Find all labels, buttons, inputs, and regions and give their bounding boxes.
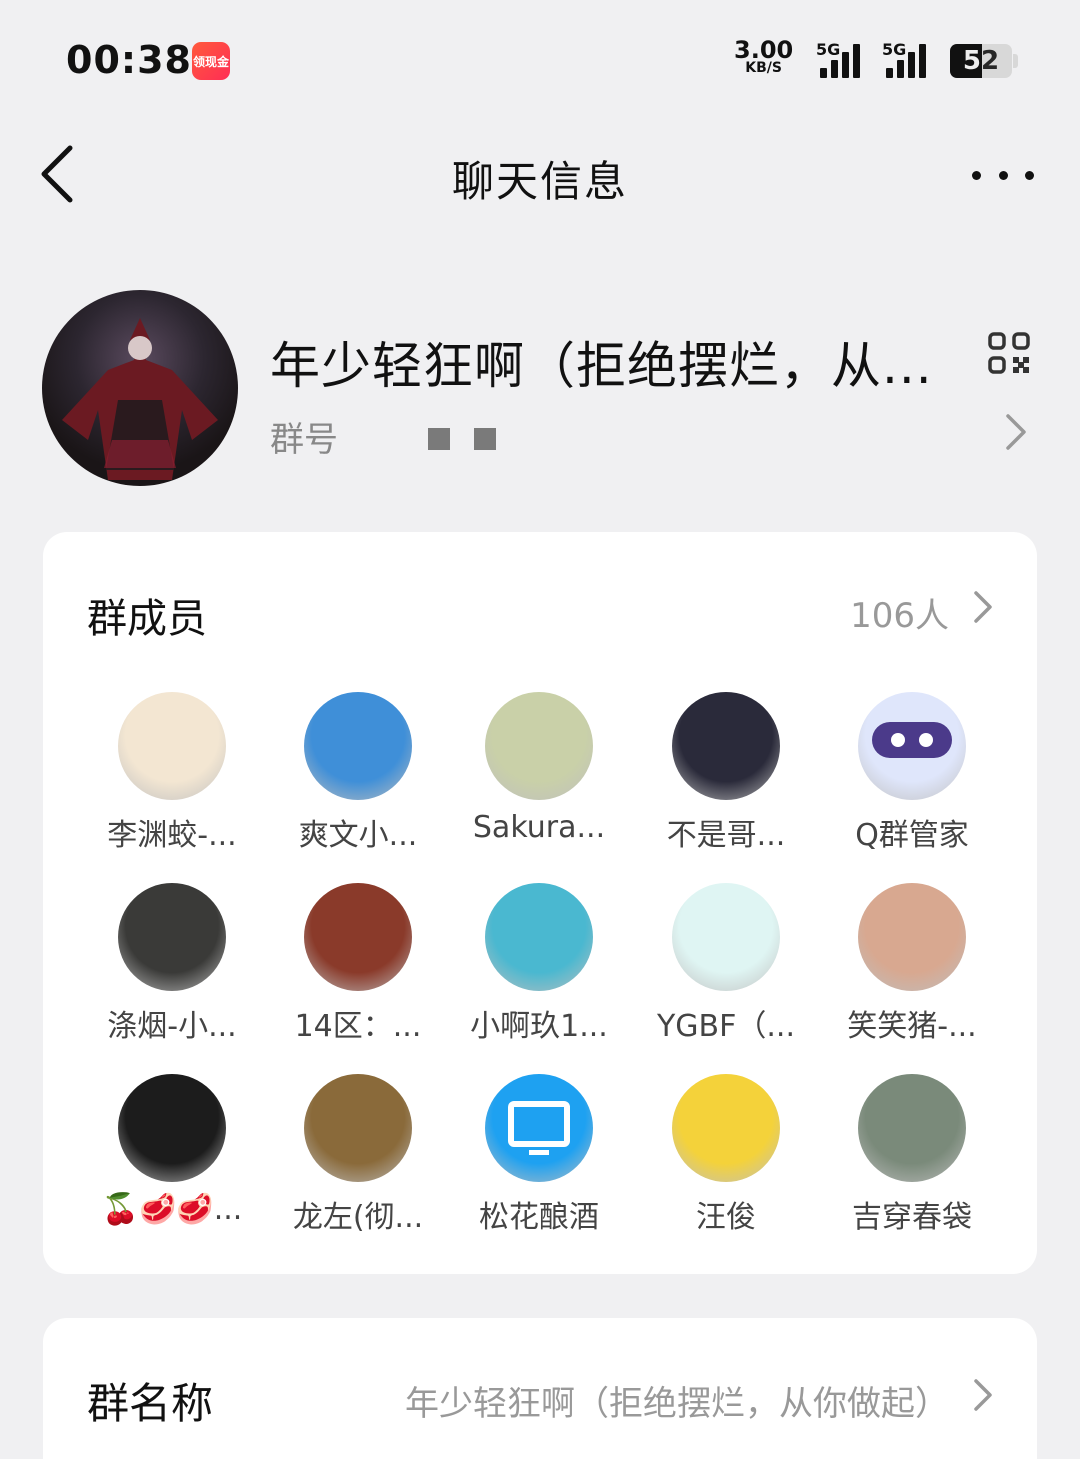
member-avatar (858, 883, 966, 991)
chevron-right-icon[interactable] (973, 590, 993, 624)
more-options-button[interactable] (972, 160, 1034, 190)
network-speed: 3.00 KB/S (734, 38, 793, 76)
member-item[interactable]: 不是哥... (633, 692, 819, 854)
member-item[interactable]: 笑笑猪-... (819, 883, 1005, 1045)
member-avatar (304, 1074, 412, 1182)
member-avatar (118, 692, 226, 800)
member-item[interactable]: 爽文小... (265, 692, 451, 854)
chevron-right-icon[interactable] (1004, 412, 1028, 452)
member-name: 吉穿春袋 (852, 1200, 972, 1235)
page-title: 聊天信息 (451, 157, 628, 206)
group-name-row[interactable]: 群名称 年少轻狂啊（拒绝摆烂，从你做起） (43, 1318, 1037, 1459)
member-item[interactable]: YGBF（... (633, 883, 819, 1045)
member-name: 14区：... (294, 1009, 422, 1044)
robot-icon (872, 722, 952, 758)
member-item[interactable]: 🍒🥩🥩... (79, 1074, 265, 1227)
member-item[interactable]: 汪俊 (633, 1074, 819, 1236)
dot-icon (998, 170, 1008, 180)
monitor-icon (508, 1101, 570, 1155)
member-item[interactable]: Q群管家 (819, 692, 1005, 854)
member-count[interactable]: 106人 (850, 588, 949, 637)
member-avatar (672, 1074, 780, 1182)
group-avatar[interactable] (42, 290, 238, 486)
member-avatar (672, 692, 780, 800)
member-name: YGBF（... (656, 1009, 796, 1044)
member-avatar (485, 883, 593, 991)
member-avatar (304, 692, 412, 800)
qr-code-button[interactable] (988, 332, 1030, 374)
member-avatar (858, 692, 966, 800)
member-name: 汪俊 (696, 1200, 756, 1235)
member-name: 龙左(彻... (292, 1200, 424, 1235)
member-avatar (304, 883, 412, 991)
group-avatar-image (62, 318, 218, 480)
group-id-label: 群号 (270, 420, 338, 460)
member-name: 涤烟-小... (107, 1009, 237, 1044)
chevron-right-icon[interactable] (973, 1378, 993, 1412)
battery-tip (1013, 54, 1018, 68)
member-name: 不是哥... (666, 818, 786, 853)
member-avatar (858, 1074, 966, 1182)
member-name: 笑笑猪-... (847, 1009, 977, 1044)
member-name: 李渊蛟-... (107, 818, 237, 853)
member-item[interactable]: 吉穿春袋 (819, 1074, 1005, 1236)
dot-icon (1025, 170, 1034, 180)
app-notification-icon: 领现金 (192, 42, 230, 80)
dot-icon (972, 170, 981, 180)
member-name: 爽文小... (298, 818, 418, 853)
member-item[interactable]: 龙左(彻... (265, 1074, 451, 1236)
member-item[interactable]: 14区：... (265, 883, 451, 1045)
member-avatar (118, 883, 226, 991)
member-avatar (485, 1074, 593, 1182)
group-id-redacted (474, 428, 496, 450)
group-header[interactable]: 年少轻狂啊（拒绝摆烂，从... 群号 (0, 290, 1080, 490)
member-name: 🍒🥩🥩... (101, 1192, 243, 1227)
status-bar: 00:38 领现金 3.00 KB/S 5G 5G 52 (0, 0, 1080, 120)
section-title: 群成员 (87, 596, 207, 642)
member-avatar (672, 883, 780, 991)
signal-icon-2: 5G (882, 40, 942, 80)
qr-code-icon (988, 332, 1030, 374)
group-id-redacted (428, 428, 450, 450)
member-item[interactable]: 李渊蛟-... (79, 692, 265, 854)
member-item[interactable]: 涤烟-小... (79, 883, 265, 1045)
member-name: Sakura... (472, 810, 606, 845)
member-name: 小啊玖1... (470, 1009, 608, 1044)
battery-icon: 52 (950, 44, 1012, 78)
member-name: 松花酿酒 (479, 1200, 599, 1235)
battery-level: 52 (962, 46, 1000, 76)
member-item[interactable]: 小啊玖1... (446, 883, 632, 1045)
member-avatar (485, 692, 593, 800)
group-members-card: 群成员 106人 李渊蛟-... 爽文小... Sakura... 不是哥... Q群管… (43, 532, 1037, 1274)
navigation-bar: 聊天信息 (0, 120, 1080, 230)
group-name-value: 年少轻狂啊（拒绝摆烂，从你做起） (405, 1384, 949, 1424)
group-name: 年少轻狂啊（拒绝摆烂，从... (270, 337, 933, 395)
signal-icon-1: 5G (802, 40, 872, 80)
member-item[interactable]: 松花酿酒 (446, 1074, 632, 1236)
group-name-label: 群名称 (87, 1379, 214, 1428)
member-name: Q群管家 (855, 818, 969, 853)
member-avatar (118, 1074, 226, 1182)
member-item[interactable]: Sakura... (446, 692, 632, 845)
status-time: 00:38 (66, 38, 192, 82)
